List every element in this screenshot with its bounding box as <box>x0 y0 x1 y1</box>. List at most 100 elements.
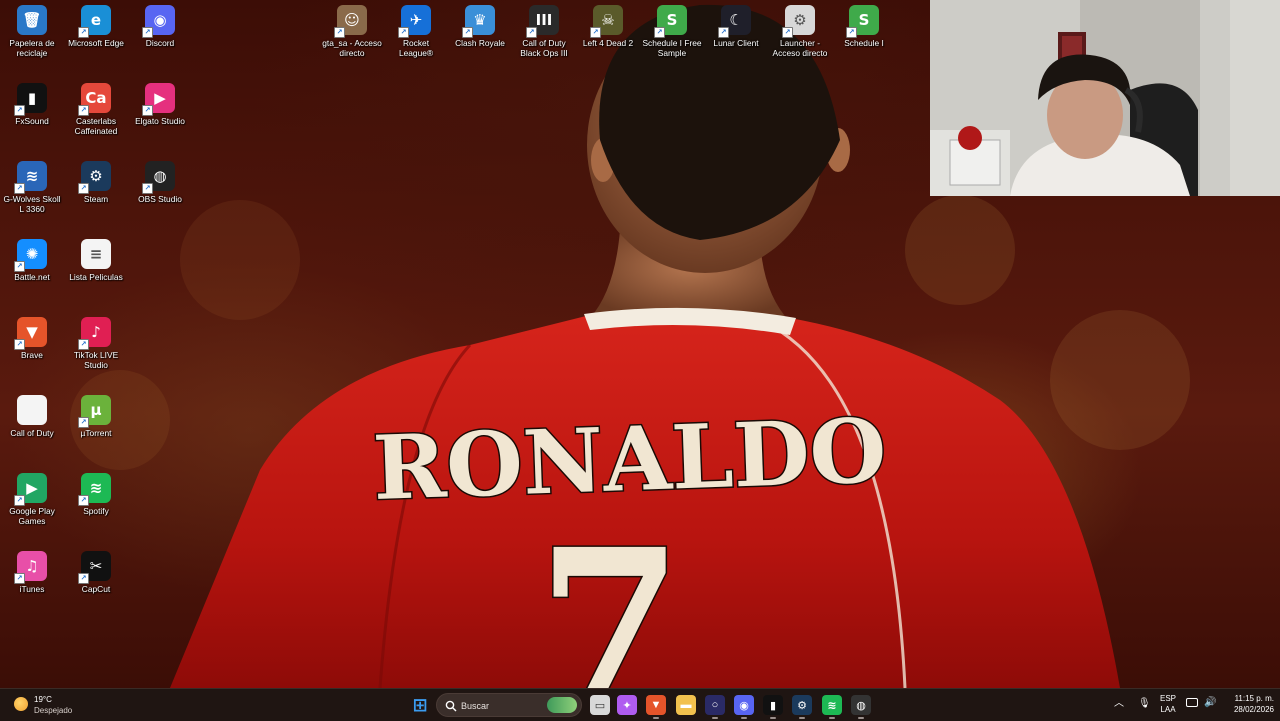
desktop-icon[interactable]: S ↗ Schedule I Free Sample <box>640 0 704 76</box>
desktop-icon[interactable]: ☺ ↗ gta_sa - Acceso directo <box>320 0 384 76</box>
windows-start-icon[interactable]: ⊞ <box>410 695 430 715</box>
desktop-icon-label: Elgato Studio <box>135 116 185 126</box>
desktop-icon-label: Call of Duty <box>10 428 54 438</box>
desktop-icon[interactable]: ✂ ↗ CapCut <box>64 546 128 622</box>
desktop-icon[interactable]: ☠ ↗ Left 4 Dead 2 <box>576 0 640 76</box>
desktop-icon-label: Left 4 Dead 2 <box>582 38 634 48</box>
discord-icon: ◉ ↗ <box>142 5 175 38</box>
desktop-icon-label: Casterlabs Caffeinated <box>74 116 118 136</box>
desktop-icon[interactable]: ♛ ↗ Clash Royale <box>448 0 512 76</box>
fxsound-icon: ▮ ↗ <box>14 83 47 116</box>
weather-condition: Despejado <box>34 706 73 715</box>
tray-chevron-icon[interactable]: ︿ <box>1114 698 1124 710</box>
desktop-icon-label: Lista Peliculas <box>69 272 123 282</box>
fxsound-icon[interactable]: ▮ <box>763 695 783 715</box>
desktop-icon[interactable]: ▶ ↗ Google Play Games <box>0 468 64 544</box>
battlenet-icon: ✺ ↗ <box>14 239 47 272</box>
desktop-icon-label: Discord <box>145 38 175 48</box>
shortcut-arrow-icon: ↗ <box>14 339 25 350</box>
desktop-icon[interactable]: 🗑 Papelera de reciclaje <box>0 0 64 76</box>
desktop-icon[interactable]: Call of Duty <box>0 390 64 466</box>
desktop-icon[interactable]: ☾ ↗ Lunar Client <box>704 0 768 76</box>
desktop-icon-label: Google Play Games <box>9 506 55 526</box>
desktop-icon-label: Steam <box>83 194 109 204</box>
running-indicator <box>829 717 835 719</box>
desktop-icon[interactable]: ▶ ↗ Elgato Studio <box>128 78 192 154</box>
shortcut-arrow-icon: ↗ <box>846 27 857 38</box>
desktop-icon-label: Lunar Client <box>713 38 759 48</box>
running-indicator <box>858 717 864 719</box>
shortcut-arrow-icon: ↗ <box>78 105 89 116</box>
discord-icon[interactable]: ◉ <box>734 695 754 715</box>
task-view-icon[interactable]: ▭ <box>590 695 610 715</box>
desktop: RONALDO 7 🗑 Papelera de reciclaje e ↗ Micros… <box>0 0 1280 688</box>
schedule-i-icon: S ↗ <box>846 5 879 38</box>
search-icon <box>445 700 457 712</box>
clock[interactable]: 11:15 p. m. 28/02/2026 <box>1222 694 1274 716</box>
circle-app-icon[interactable]: ○ <box>705 695 725 715</box>
desktop-icon[interactable]: ⚙ ↗ Steam <box>64 156 128 232</box>
search-placeholder: Buscar <box>461 701 490 711</box>
edge-icon: e ↗ <box>78 5 111 38</box>
shortcut-arrow-icon: ↗ <box>14 261 25 272</box>
desktop-icon-label: OBS Studio <box>138 194 182 204</box>
language-indicator[interactable]: ESP LAA <box>1156 694 1180 716</box>
running-indicator <box>770 717 776 719</box>
desktop-icon-label: µTorrent <box>80 428 112 438</box>
shortcut-arrow-icon: ↗ <box>14 105 25 116</box>
shortcut-arrow-icon: ↗ <box>718 27 729 38</box>
weather-temp: 19°C <box>34 695 52 704</box>
desktop-icon[interactable]: ▮ ↗ FxSound <box>0 78 64 154</box>
weather-sun-icon <box>14 697 28 711</box>
running-indicator <box>712 717 718 719</box>
schedule-i-icon: S ↗ <box>654 5 687 38</box>
left4dead2-icon: ☠ ↗ <box>590 5 623 38</box>
desktop-icon[interactable]: ♫ ↗ iTunes <box>0 546 64 622</box>
brave-icon[interactable]: ▼ <box>646 695 666 715</box>
shortcut-arrow-icon: ↗ <box>398 27 409 38</box>
desktop-icon[interactable]: ✈ ↗ Rocket League® <box>384 0 448 76</box>
desktop-icon-label: CapCut <box>81 584 111 594</box>
desktop-icon[interactable]: ◍ ↗ OBS Studio <box>128 156 192 232</box>
launcher-icon: ⚙ ↗ <box>782 5 815 38</box>
shortcut-arrow-icon: ↗ <box>78 417 89 428</box>
desktop-icon[interactable]: III ↗ Call of Duty Black Ops III <box>512 0 576 76</box>
desktop-icon[interactable]: Ca ↗ Casterlabs Caffeinated <box>64 78 128 154</box>
desktop-icon-label: Launcher - Acceso directo <box>772 38 828 58</box>
brave-icon: ▼ ↗ <box>14 317 47 350</box>
desktop-icon[interactable]: S ↗ Schedule I <box>832 0 896 76</box>
desktop-icon[interactable]: ≡ Lista Peliculas <box>64 234 128 310</box>
shortcut-arrow-icon: ↗ <box>14 495 25 506</box>
clock-date: 28/02/2026 <box>1233 705 1274 714</box>
desktop-icon[interactable]: ✺ ↗ Battle.net <box>0 234 64 310</box>
casterlabs-icon: Ca ↗ <box>78 83 111 116</box>
shortcut-arrow-icon: ↗ <box>334 27 345 38</box>
volume-icon[interactable]: 🔊 <box>1204 697 1216 709</box>
desktop-icon[interactable]: ♪ ↗ TikTok LIVE Studio <box>64 312 128 388</box>
gta-sa-icon: ☺ ↗ <box>334 5 367 38</box>
shortcut-arrow-icon: ↗ <box>142 105 153 116</box>
desktop-icon[interactable]: ◉ ↗ Discord <box>128 0 192 76</box>
gwolves-icon: ≋ ↗ <box>14 161 47 194</box>
obs-studio-icon[interactable]: ◍ <box>851 695 871 715</box>
desktop-icon[interactable]: ⚙ ↗ Launcher - Acceso directo <box>768 0 832 76</box>
network-icon[interactable] <box>1186 698 1198 707</box>
weather-widget[interactable]: 19°C Despejado <box>10 692 90 718</box>
folder-icon[interactable]: ▬ <box>676 695 696 715</box>
microphone-icon[interactable]: 🎙 <box>1138 698 1151 710</box>
utorrent-icon: µ ↗ <box>78 395 111 428</box>
taskbar-search-box[interactable]: Buscar <box>436 693 582 717</box>
desktop-icon[interactable]: ≋ ↗ Spotify <box>64 468 128 544</box>
google-play-games-icon: ▶ ↗ <box>14 473 47 506</box>
desktop-icon[interactable]: ▼ ↗ Brave <box>0 312 64 388</box>
desktop-icon[interactable]: e ↗ Microsoft Edge <box>64 0 128 76</box>
spotify-icon[interactable]: ≋ <box>822 695 842 715</box>
recycle-bin-icon: 🗑 <box>17 5 47 35</box>
desktop-icon[interactable]: ≋ ↗ G-Wolves Skoll L 3360 <box>0 156 64 232</box>
copilot-icon[interactable]: ✦ <box>617 695 637 715</box>
shortcut-arrow-icon: ↗ <box>78 339 89 350</box>
blank-file-icon <box>17 395 47 425</box>
desktop-icon-label: TikTok LIVE Studio <box>73 350 119 370</box>
steam-icon[interactable]: ⚙ <box>792 695 812 715</box>
desktop-icon[interactable]: µ ↗ µTorrent <box>64 390 128 466</box>
